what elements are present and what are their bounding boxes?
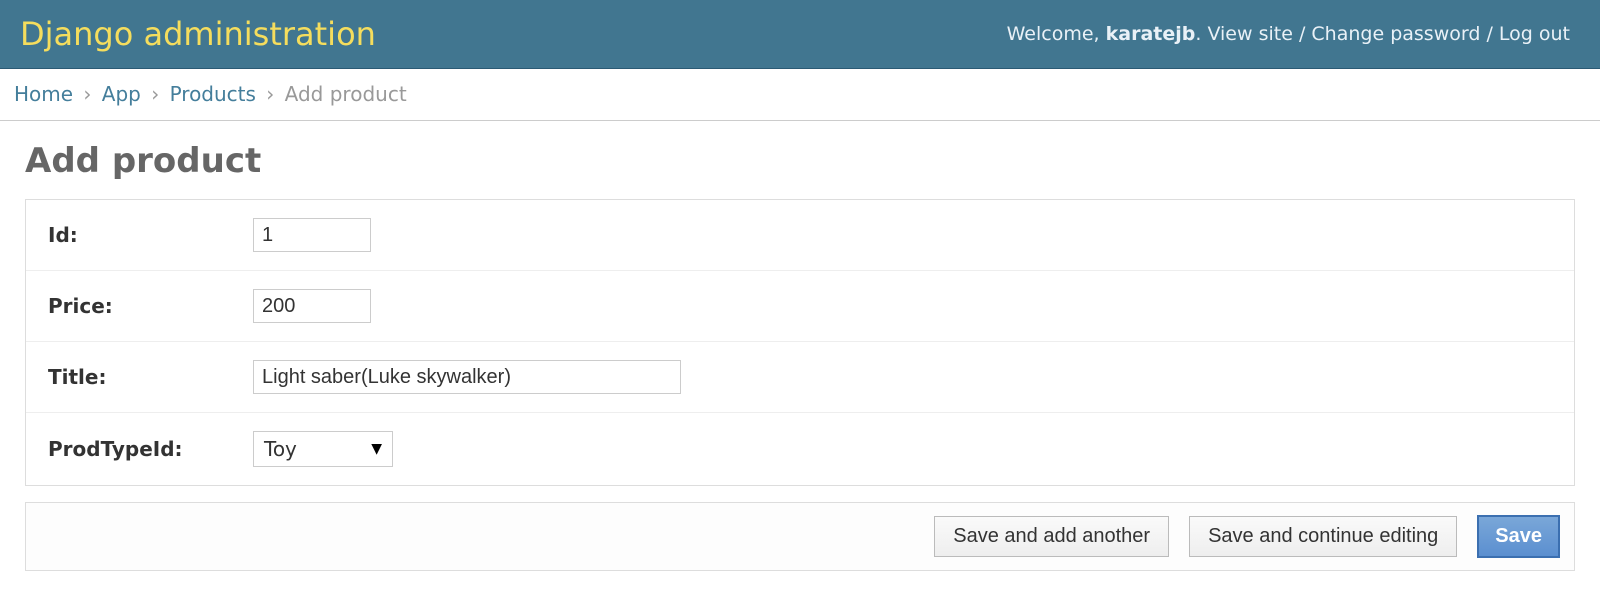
price-input[interactable] (253, 289, 371, 323)
username: karatejb (1106, 23, 1196, 45)
form-row-prodtype: ProdTypeId: Toy ▼ (26, 413, 1574, 485)
change-password-link[interactable]: Change password (1311, 23, 1480, 45)
prodtype-select[interactable]: Toy ▼ (253, 431, 393, 467)
title-label: Title: (48, 365, 253, 389)
breadcrumb-home[interactable]: Home (14, 82, 73, 106)
view-site-link[interactable]: View site (1207, 23, 1292, 45)
prodtype-label: ProdTypeId: (48, 437, 253, 461)
id-label: Id: (48, 223, 253, 247)
price-label: Price: (48, 294, 253, 318)
breadcrumb-sep: › (83, 82, 91, 106)
breadcrumb-sep: › (266, 82, 274, 106)
breadcrumb-current: Add product (285, 82, 407, 106)
chevron-down-icon: ▼ (371, 441, 382, 457)
save-button[interactable]: Save (1477, 515, 1560, 558)
id-input[interactable] (253, 218, 371, 252)
user-tools: Welcome, karatejb. View site / Change pa… (1007, 23, 1570, 45)
save-add-another-button[interactable]: Save and add another (934, 516, 1169, 557)
submit-row: Save and add another Save and continue e… (25, 502, 1575, 571)
welcome-prefix: Welcome, (1007, 23, 1106, 45)
form-row-title: Title: (26, 342, 1574, 413)
content: Add product Id: Price: Title: ProdTypeId… (0, 121, 1600, 591)
site-title: Django administration (20, 15, 376, 53)
branding: Django administration (20, 15, 376, 53)
page-title: Add product (25, 141, 1575, 181)
prodtype-selected: Toy (264, 437, 297, 461)
breadcrumb: Home › App › Products › Add product (0, 69, 1600, 121)
site-title-link[interactable]: Django administration (20, 15, 376, 53)
header-bar: Django administration Welcome, karatejb.… (0, 0, 1600, 69)
form-fieldset: Id: Price: Title: ProdTypeId: Toy ▼ (25, 199, 1575, 486)
breadcrumb-model[interactable]: Products (170, 82, 256, 106)
save-continue-button[interactable]: Save and continue editing (1189, 516, 1457, 557)
title-input[interactable] (253, 360, 681, 394)
form-row-id: Id: (26, 200, 1574, 271)
breadcrumb-sep: › (151, 82, 159, 106)
logout-link[interactable]: Log out (1499, 23, 1570, 45)
form-row-price: Price: (26, 271, 1574, 342)
breadcrumb-app[interactable]: App (102, 82, 141, 106)
